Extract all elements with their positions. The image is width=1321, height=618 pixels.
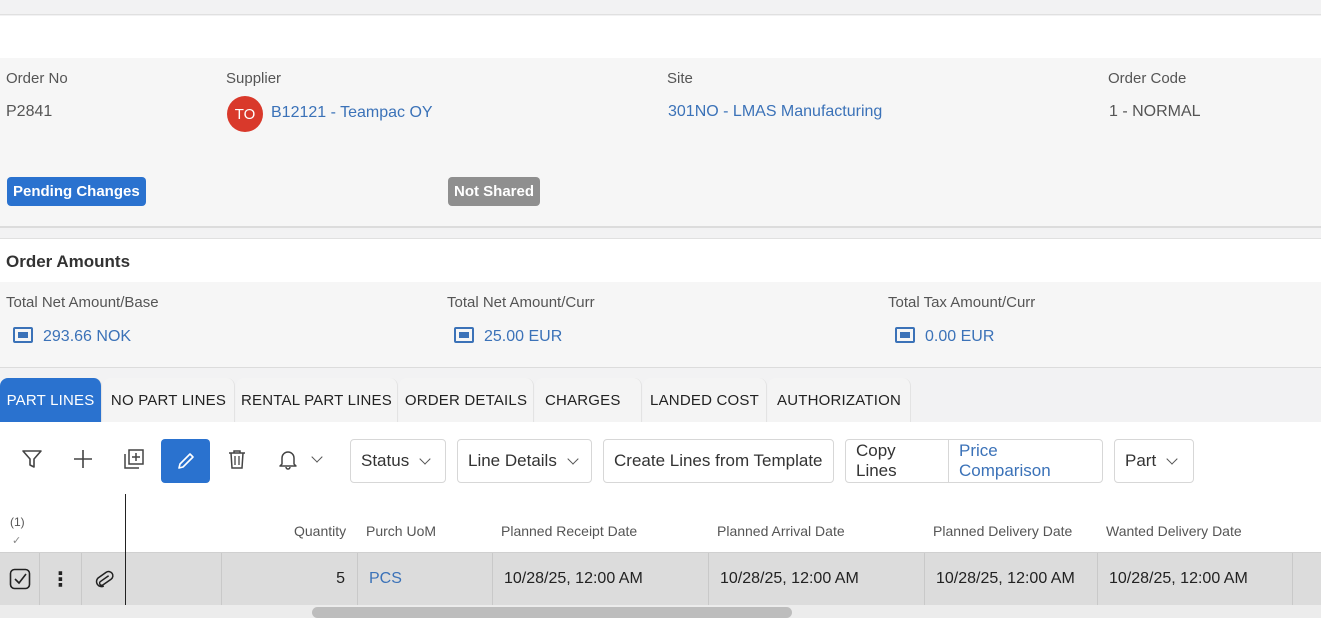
col-wanted-delivery-date[interactable]: Wanted Delivery Date [1106, 523, 1242, 539]
net-base-value[interactable]: 293.66 NOK [13, 327, 159, 346]
delete-icon[interactable] [219, 439, 255, 479]
tax-curr-amount: 0.00 EUR [925, 328, 995, 345]
duplicate-icon[interactable] [116, 439, 152, 479]
line-details-dropdown[interactable]: Line Details [457, 439, 592, 483]
page-header-strip [0, 16, 1321, 58]
chevron-down-icon[interactable] [302, 439, 332, 479]
status-label: Status [361, 451, 410, 470]
supplier-label: Supplier [226, 70, 282, 87]
tabs-bar: PART LINES NO PART LINES RENTAL PART LIN… [0, 378, 1321, 422]
site-label: Site [667, 70, 693, 87]
order-no-field: Order No P2841 [6, 70, 68, 121]
cell-wanted-delivery-date: 10/28/25, 12:00 AM [1098, 553, 1293, 605]
order-amounts-title: Order Amounts [6, 252, 131, 271]
col-planned-arrival-date[interactable]: Planned Arrival Date [717, 523, 845, 539]
supplier-avatar: TO [227, 96, 263, 132]
order-header-panel: Order No P2841 Supplier TO B12121 - Team… [0, 58, 1321, 228]
cell-planned-receipt-date: 10/28/25, 12:00 AM [493, 553, 709, 605]
cell-planned-delivery-date: 10/28/25, 12:00 AM [925, 553, 1098, 605]
net-curr-amount: 25.00 EUR [484, 328, 563, 345]
col-purch-uom[interactable]: Purch UoM [366, 523, 436, 539]
edit-button[interactable] [161, 439, 210, 483]
site-field: Site 301NO - LMAS Manufacturing [667, 70, 882, 121]
tab-rental-part-lines[interactable]: RENTAL PART LINES [236, 378, 398, 422]
price-comparison-button[interactable]: Price Comparison [948, 439, 1103, 483]
selection-count: (1) [10, 515, 25, 529]
supplier-link[interactable]: B12121 - Teampac OY [271, 104, 433, 122]
frozen-column-divider [125, 494, 126, 605]
order-code-field: Order Code 1 - NORMAL [1108, 70, 1201, 121]
create-lines-from-template-button[interactable]: Create Lines from Template [603, 439, 834, 483]
tax-curr-value[interactable]: 0.00 EUR [895, 327, 1035, 346]
cell-quantity: 5 [222, 553, 358, 605]
chevron-down-icon [567, 453, 579, 465]
tab-landed-cost[interactable]: LANDED COST [643, 378, 767, 422]
part-label: Part [1125, 451, 1157, 470]
pending-changes-badge: Pending Changes [7, 177, 146, 206]
tab-authorization[interactable]: AUTHORIZATION [768, 378, 911, 422]
tax-curr-label: Total Tax Amount/Curr [888, 294, 1036, 311]
money-icon [13, 327, 33, 343]
order-amounts-panel: Total Net Amount/Base 293.66 NOK Total N… [0, 282, 1321, 368]
select-all-check-icon[interactable]: ✓ [12, 534, 21, 547]
col-planned-delivery-date[interactable]: Planned Delivery Date [933, 523, 1072, 539]
row-menu-icon[interactable]: ⋮ [40, 553, 82, 605]
order-code-label: Order Code [1108, 70, 1187, 87]
bell-icon[interactable] [270, 439, 306, 479]
tax-curr-field: Total Tax Amount/Curr 0.00 EUR [888, 294, 1035, 346]
add-icon[interactable] [65, 439, 101, 479]
chevron-down-icon [419, 453, 431, 465]
not-shared-badge: Not Shared [448, 177, 541, 206]
table-row[interactable]: ⋮ 5 PCS 10/28/25, 12:00 AM 10/28/25, 12:… [0, 553, 1321, 605]
cell-planned-arrival-date: 10/28/25, 12:00 AM [709, 553, 925, 605]
order-code-value: 1 - NORMAL [1109, 103, 1201, 120]
scrollbar-thumb[interactable] [312, 607, 792, 618]
net-curr-value[interactable]: 25.00 EUR [454, 327, 595, 346]
top-bar [0, 0, 1321, 15]
supplier-field: Supplier [226, 70, 281, 87]
col-quantity[interactable]: Quantity [294, 523, 346, 539]
line-details-label: Line Details [468, 451, 557, 470]
site-link[interactable]: 301NO - LMAS Manufacturing [668, 103, 882, 121]
grid-header: (1) ✓ Quantity Purch UoM Planned Receipt… [0, 494, 1321, 553]
cell-purch-uom[interactable]: PCS [358, 553, 493, 605]
order-no-label: Order No [6, 70, 68, 87]
row-attachment[interactable] [82, 553, 222, 605]
net-curr-field: Total Net Amount/Curr 25.00 EUR [447, 294, 595, 346]
part-dropdown[interactable]: Part [1114, 439, 1194, 483]
filter-icon[interactable] [14, 439, 50, 479]
col-planned-receipt-date[interactable]: Planned Receipt Date [501, 523, 637, 539]
tab-charges[interactable]: CHARGES [535, 378, 642, 422]
checkbox-checked-icon [9, 568, 30, 590]
money-icon [895, 327, 915, 343]
row-checkbox[interactable] [0, 553, 40, 605]
chevron-down-icon [1166, 453, 1178, 465]
paperclip-icon [95, 570, 114, 588]
status-dropdown[interactable]: Status [350, 439, 446, 483]
grid-toolbar: Status Line Details Create Lines from Te… [0, 422, 1321, 494]
pencil-icon [177, 453, 194, 469]
tab-part-lines[interactable]: PART LINES [0, 378, 102, 422]
money-icon [454, 327, 474, 343]
tab-no-part-lines[interactable]: NO PART LINES [103, 378, 235, 422]
order-no-value: P2841 [6, 103, 53, 120]
net-base-field: Total Net Amount/Base 293.66 NOK [6, 294, 159, 346]
net-base-label: Total Net Amount/Base [6, 294, 159, 311]
copy-lines-button[interactable]: Copy Lines [845, 439, 949, 483]
net-base-amount: 293.66 NOK [43, 328, 132, 345]
net-curr-label: Total Net Amount/Curr [447, 294, 595, 311]
order-amounts-header: Order Amounts [0, 238, 1321, 282]
tab-order-details[interactable]: ORDER DETAILS [399, 378, 534, 422]
